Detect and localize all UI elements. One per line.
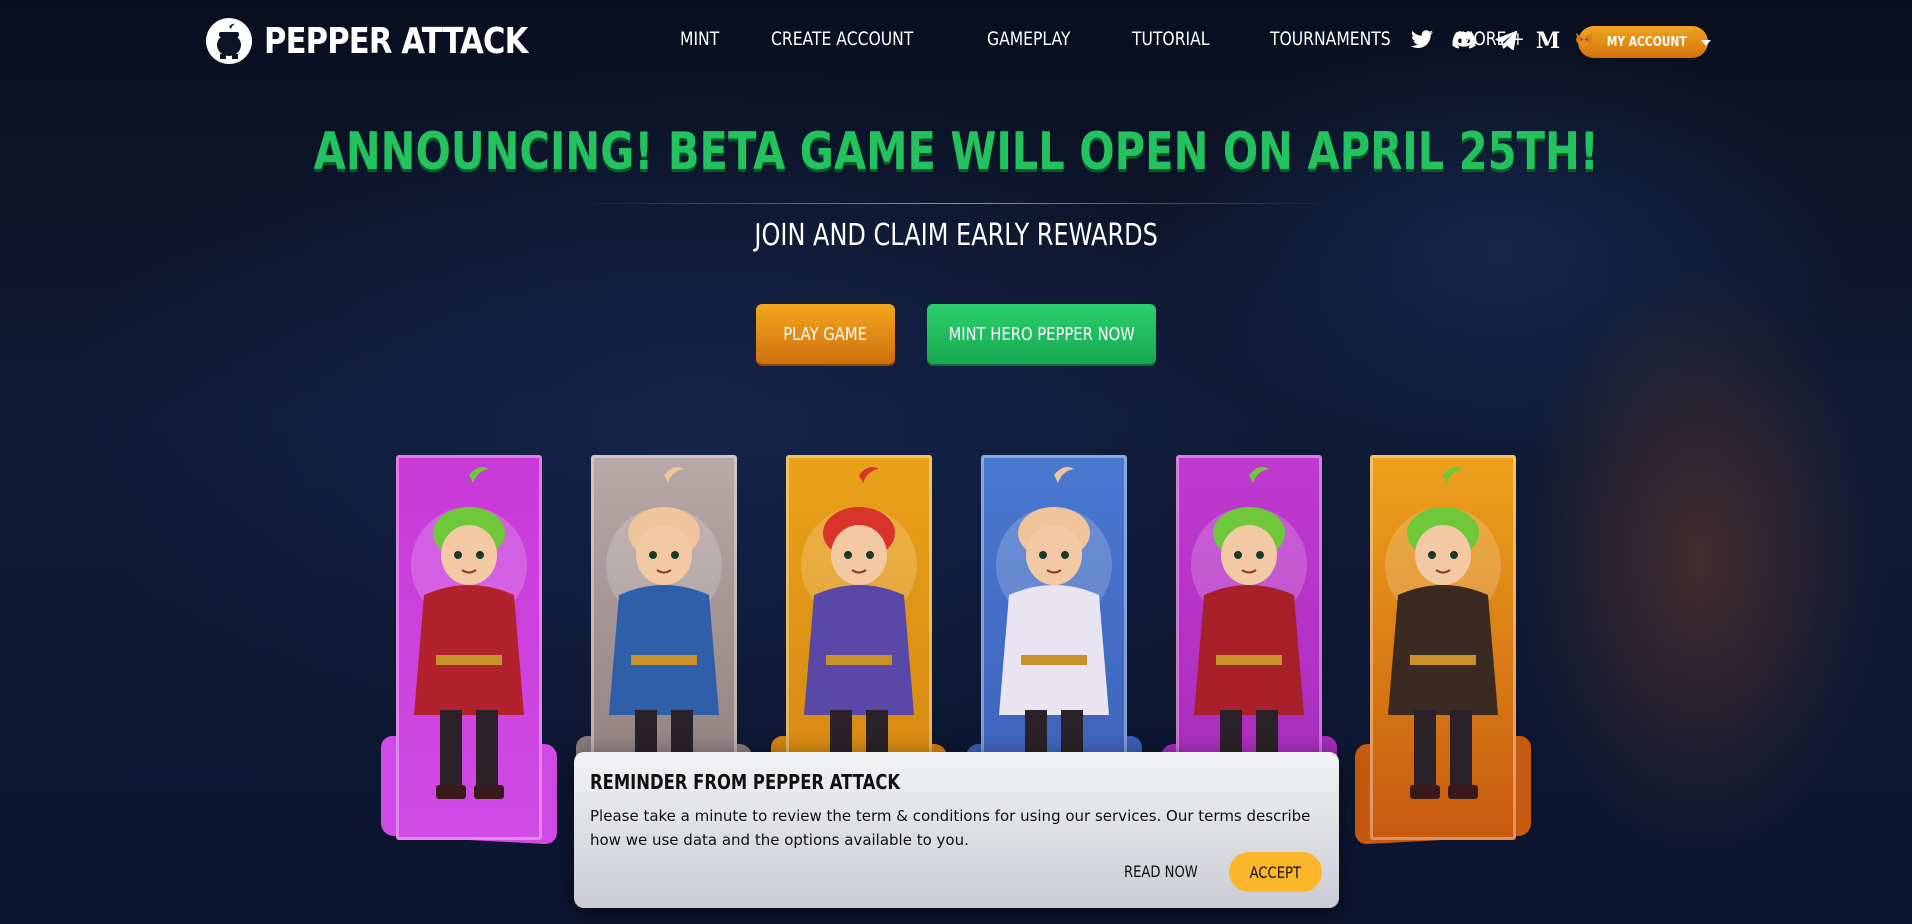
medium-icon[interactable]: M [1536, 28, 1560, 52]
nav-mint[interactable]: MINT [680, 28, 719, 50]
nav-gameplay[interactable]: GAMEPLAY [987, 28, 1070, 50]
telegram-icon[interactable] [1494, 28, 1518, 52]
hero-character-illustration [1385, 467, 1501, 799]
my-account-label: MY ACCOUNT [1607, 34, 1687, 50]
svg-text:M: M [1536, 30, 1560, 50]
brand-name: PEPPER ATTACK [264, 20, 528, 62]
hero-character-illustration [411, 467, 527, 799]
hero-card-red-swordsman[interactable] [381, 455, 557, 845]
dialog-title: REMINDER FROM PEPPER ATTACK [590, 770, 901, 794]
announcement-subline: JOIN AND CLAIM EARLY REWARDS [754, 218, 1158, 253]
top-navigation: PEPPER ATTACK MINT CREATE ACCOUNT GAMEPL… [0, 0, 1912, 84]
play-game-button[interactable]: PLAY GAME [756, 304, 895, 364]
dialog-text: Please take a minute to review the term … [590, 807, 1311, 849]
my-account-button[interactable]: MY ACCOUNT [1575, 26, 1711, 58]
terms-reminder-dialog: REMINDER FROM PEPPER ATTACK Please take … [574, 752, 1339, 908]
announcement-headline: ANNOUNCING! BETA GAME WILL OPEN ON APRIL… [313, 122, 1599, 182]
brand-logo[interactable]: PEPPER ATTACK [206, 18, 574, 64]
hero-card-goggle-adventurer[interactable] [1355, 455, 1531, 845]
caret-down-icon [1700, 33, 1711, 51]
mint-hero-button[interactable]: MINT HERO PEPPER NOW [927, 304, 1156, 364]
nav-tournaments[interactable]: TOURNAMENTS [1270, 28, 1391, 50]
headline-divider [575, 203, 1337, 204]
accept-button[interactable]: ACCEPT [1229, 852, 1322, 892]
social-links: M [1410, 28, 1560, 52]
nav-tutorial[interactable]: TUTORIAL [1132, 28, 1209, 50]
discord-icon[interactable] [1452, 28, 1476, 52]
pepper-logo-icon [206, 18, 252, 64]
nav-create-account[interactable]: CREATE ACCOUNT [771, 28, 913, 50]
twitter-icon[interactable] [1410, 28, 1434, 52]
read-now-link[interactable]: READ NOW [1124, 862, 1198, 881]
metamask-fox-icon [1575, 32, 1593, 53]
